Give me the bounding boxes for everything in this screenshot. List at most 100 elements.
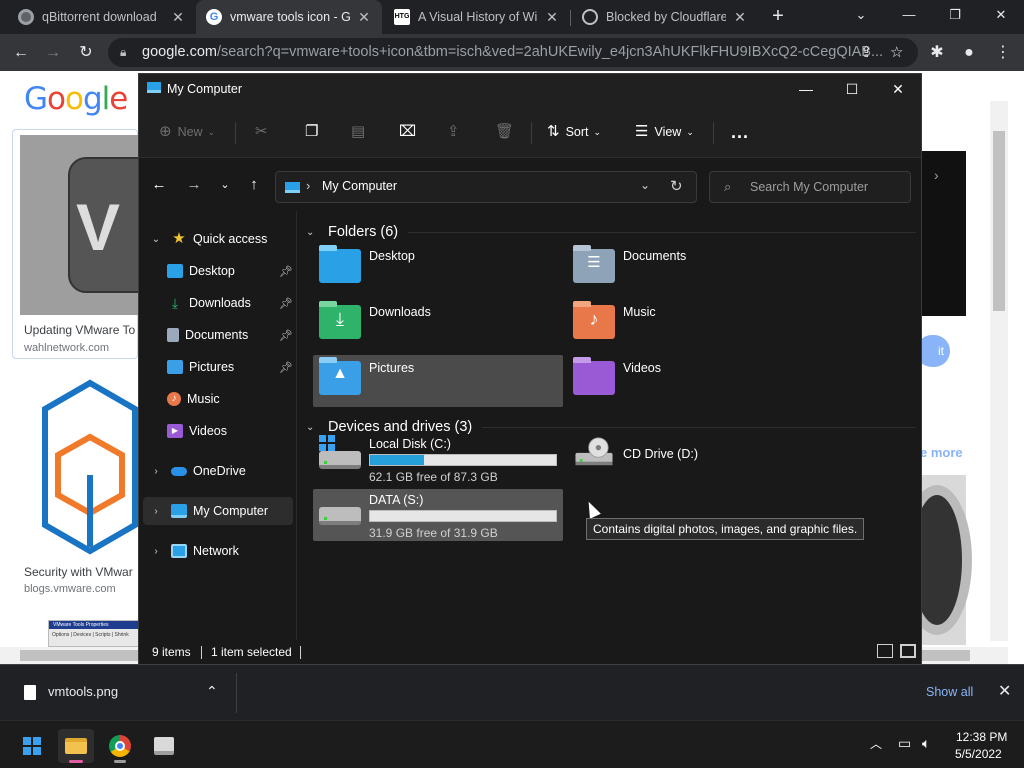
nav-item-quick-access[interactable]: ⌄ ★ Quick access [143, 225, 293, 253]
chrome-menu-kebab-icon[interactable]: ⋮ [990, 40, 1016, 66]
copy-button[interactable]: ❐ [305, 118, 324, 146]
drive-cd-d[interactable]: CD Drive (D:) [567, 433, 817, 485]
maximize-button[interactable]: ☐ [829, 74, 875, 104]
close-icon[interactable]: ✕ [544, 9, 560, 26]
back-arrow-icon[interactable]: ← [147, 175, 171, 195]
minimize-button[interactable]: — [783, 74, 829, 104]
close-icon[interactable]: ✕ [998, 681, 1011, 701]
close-icon[interactable]: ✕ [356, 9, 372, 26]
bookmark-star-icon[interactable]: ☆ [890, 38, 903, 67]
address-bar[interactable]: › My Computer ⌄ ↻ [275, 171, 697, 203]
back-arrow-icon[interactable]: ← [8, 40, 34, 66]
delete-button[interactable]: 🗑︎ [495, 118, 520, 146]
pin-icon[interactable]: 📌︎ [279, 361, 293, 374]
nav-item-documents[interactable]: Documents 📌︎ [159, 321, 295, 349]
tiles-view-icon[interactable] [900, 644, 916, 658]
close-window-button[interactable]: ✕ [875, 74, 921, 104]
share-button[interactable]: ⇪ [447, 118, 466, 146]
cut-button[interactable]: ✂ [255, 118, 274, 146]
breadcrumb-chevron-icon[interactable]: › [306, 178, 310, 193]
extensions-puzzle-icon[interactable]: ✱ [924, 40, 950, 66]
see-more-link[interactable]: e more [920, 445, 963, 460]
details-view-icon[interactable] [877, 644, 893, 658]
recent-locations-chevron-icon[interactable]: ⌄ [213, 175, 237, 195]
clock-time[interactable]: 12:38 PM [956, 730, 1007, 744]
chevron-down-icon[interactable]: ⌄ [306, 227, 320, 238]
see-more-button[interactable]: ... [731, 118, 749, 146]
folder-downloads[interactable]: ⤓ Downloads [313, 299, 563, 351]
chevron-down-icon[interactable]: ⌄ [149, 234, 163, 245]
new-tab-button[interactable]: + [766, 4, 790, 28]
network-monitor-icon[interactable]: ▭ [898, 735, 911, 752]
nav-item-network[interactable]: › Network [143, 537, 293, 565]
scrollbar-thumb[interactable] [993, 131, 1005, 311]
folder-pictures[interactable]: ▲ Pictures [313, 355, 563, 407]
explorer-title-bar[interactable]: My Computer — ☐ ✕ [139, 74, 921, 104]
page-vertical-scrollbar[interactable] [990, 101, 1008, 641]
nav-item-downloads[interactable]: ⤓ Downloads 📌︎ [159, 289, 295, 317]
close-icon[interactable]: ✕ [170, 9, 186, 26]
download-file-name[interactable]: vmtools.png [48, 684, 118, 699]
vmware-security-cube-image[interactable] [40, 377, 140, 557]
pin-icon[interactable]: 📌︎ [279, 297, 293, 310]
nav-item-my-computer[interactable]: › My Computer [143, 497, 293, 525]
pin-icon[interactable]: 📌︎ [279, 329, 293, 342]
drive-data-s[interactable]: DATA (S:) 31.9 GB free of 31.9 GB [313, 489, 563, 541]
paste-button[interactable]: ▤ [351, 118, 371, 146]
folder-music[interactable]: ♪ Music [567, 299, 817, 351]
up-arrow-icon[interactable]: ↑ [242, 175, 266, 195]
rename-button[interactable]: ⌧ [399, 118, 422, 146]
restore-button[interactable]: ❐ [932, 0, 978, 30]
new-button[interactable]: ⊕ New ⌄ [159, 118, 215, 146]
image-result-thumbnail[interactable]: V [20, 135, 158, 315]
close-icon[interactable]: ✕ [732, 9, 748, 26]
nav-item-pictures[interactable]: Pictures 📌︎ [159, 353, 295, 381]
show-all-button[interactable]: Show all [926, 685, 973, 699]
vmware-tools-properties-thumbnail[interactable]: VMware Tools Properties Options | Device… [48, 620, 140, 647]
refresh-icon[interactable]: ↻ [670, 177, 683, 195]
tab-search-chevron-icon[interactable]: ⌄ [838, 0, 884, 30]
nav-item-music[interactable]: ♪ Music [159, 385, 295, 413]
image-result-caption[interactable]: Updating VMware To [24, 323, 135, 337]
folder-documents[interactable]: ☰ Documents [567, 243, 817, 295]
chevron-right-icon[interactable]: › [149, 506, 163, 517]
nav-item-videos[interactable]: ▶ Videos [159, 417, 295, 445]
minimize-button[interactable]: — [886, 0, 932, 30]
chevron-right-icon[interactable]: › [149, 466, 163, 477]
drive-local-disk-c[interactable]: Local Disk (C:) 62.1 GB free of 87.3 GB [313, 433, 563, 485]
nav-item-desktop[interactable]: Desktop 📌︎ [159, 257, 295, 285]
folders-section-header[interactable]: ⌄ Folders (6) [306, 220, 916, 244]
view-button[interactable]: ☰ View ⌄ [635, 118, 694, 146]
chevron-up-icon[interactable]: ⌃ [206, 683, 218, 700]
forward-arrow-icon[interactable]: → [182, 175, 206, 195]
clock-date[interactable]: 5/5/2022 [955, 747, 1002, 761]
address-bar[interactable]: 🔒︎ google.com/search?q=vmware+tools+icon… [108, 38, 918, 67]
profile-avatar-icon[interactable]: ● [956, 40, 982, 66]
browser-tab-cloudflare[interactable]: Blocked by Cloudflare ✕ [572, 0, 758, 34]
breadcrumb-my-computer[interactable]: My Computer [322, 179, 397, 193]
nav-item-onedrive[interactable]: › OneDrive [143, 457, 293, 485]
folder-videos[interactable]: Videos [567, 355, 817, 407]
share-icon[interactable]: ⇪ [860, 38, 873, 67]
image-result-caption[interactable]: Security with VMwar [24, 565, 133, 579]
chevron-up-icon[interactable]: ︿ [870, 735, 882, 752]
start-button[interactable] [14, 729, 50, 763]
chevron-right-icon[interactable]: › [149, 546, 163, 557]
reload-icon[interactable]: ↻ [73, 40, 99, 66]
search-input[interactable]: Search My Computer [709, 171, 911, 203]
taskbar-vmtools[interactable] [146, 729, 182, 763]
sort-button[interactable]: ⇅ Sort ⌄ [547, 118, 601, 146]
chevron-down-icon[interactable]: ⌄ [306, 422, 320, 433]
pin-icon[interactable]: 📌︎ [279, 265, 293, 278]
folder-desktop[interactable]: Desktop [313, 243, 563, 295]
taskbar-file-explorer[interactable] [58, 729, 94, 763]
volume-speaker-icon[interactable]: 🔈︎ [922, 735, 930, 752]
browser-tab-visual-history[interactable]: HTG A Visual History of Win ✕ [384, 0, 570, 34]
browser-tab-google-search[interactable]: G vmware tools icon - Go ✕ [196, 0, 382, 34]
taskbar-chrome[interactable] [102, 729, 138, 763]
forward-arrow-icon[interactable]: → [40, 40, 66, 66]
browser-tab-qbittorrent[interactable]: qBittorrent download ✕ [8, 0, 196, 34]
address-dropdown-chevron-icon[interactable]: ⌄ [640, 178, 650, 192]
chevron-right-icon[interactable]: › [934, 167, 939, 183]
close-window-button[interactable]: ✕ [978, 0, 1024, 30]
